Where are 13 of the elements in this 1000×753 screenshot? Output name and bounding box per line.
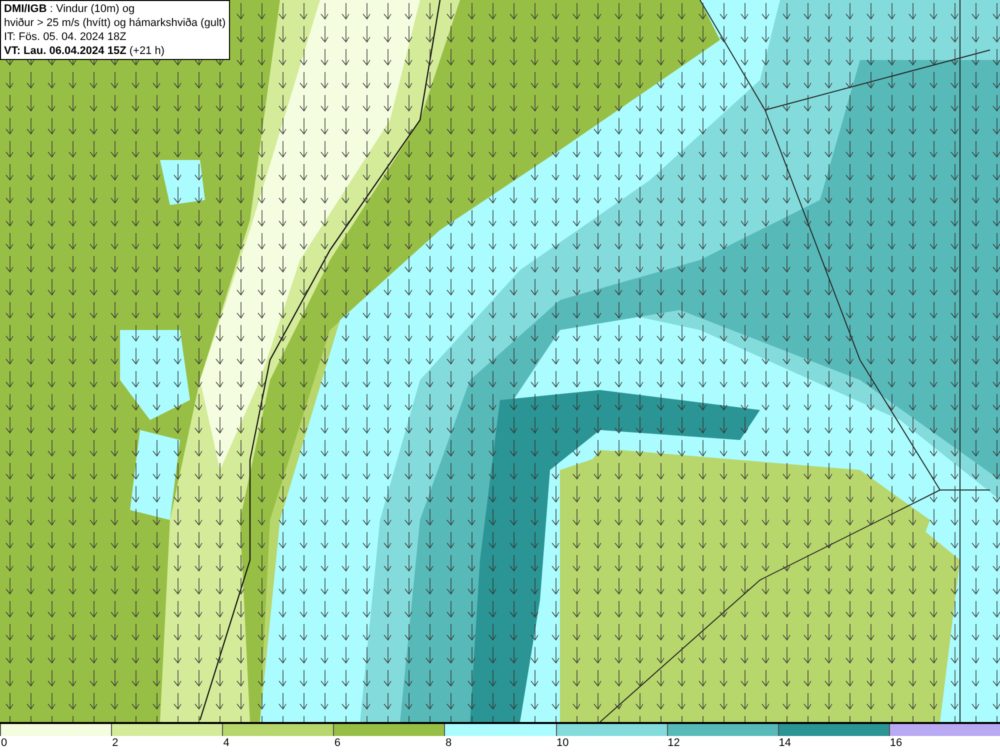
map-title-line: IT: Fös. 05. 04. 2024 18Z [4,30,128,44]
map-title-line: DMI/IGB : Vindur (10m) og [4,2,136,16]
legend-label: 14 [778,736,792,750]
legend-label: 2 [111,736,118,750]
legend-label: 16 [888,736,902,750]
legend-label: 4 [222,736,230,750]
legend-label: 8 [444,736,452,750]
legend-label: 6 [333,736,340,750]
legend-label: 10 [556,736,569,750]
map-title-line: VT: Lau. 06.04.2024 15Z (+21 h) [4,44,166,58]
map-title-line: hviður > 25 m/s (hvítt) og hámarkshviða (gult) [4,16,226,30]
legend-label: 12 [666,736,680,750]
legend-label: 0 [0,736,8,750]
